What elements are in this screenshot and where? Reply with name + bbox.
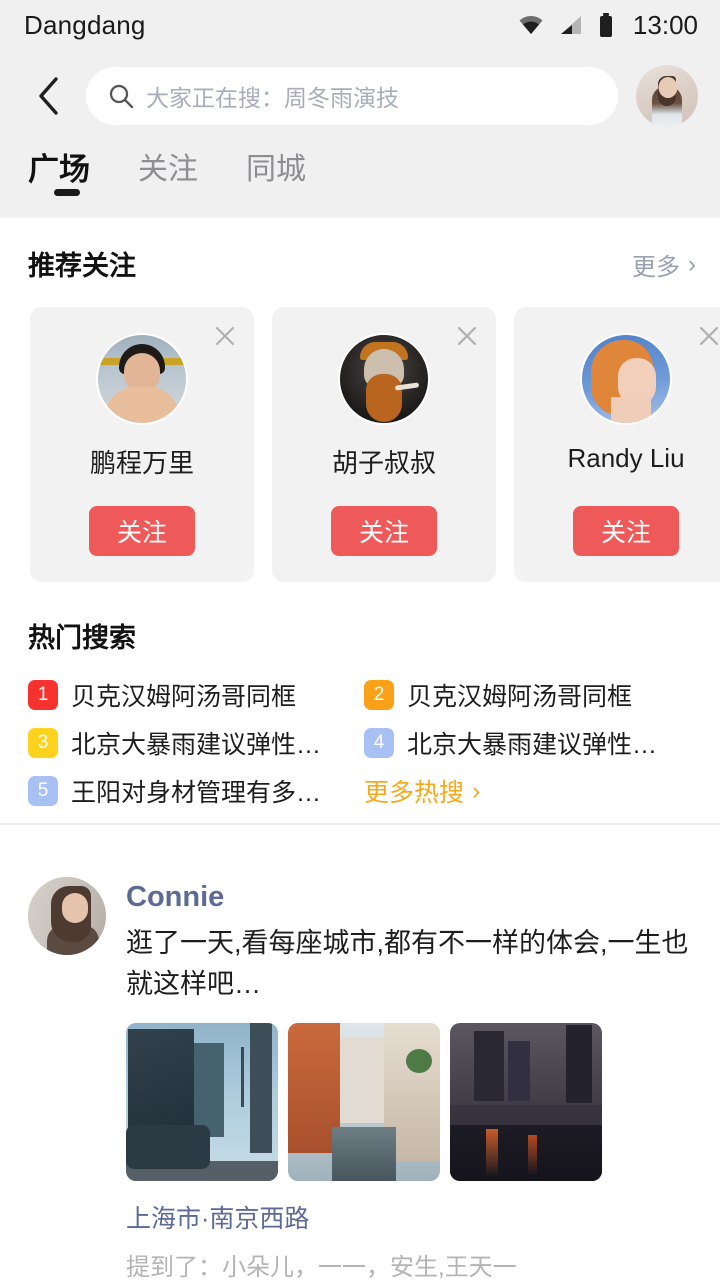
recommend-title: 推荐关注 bbox=[28, 251, 136, 281]
post-image-grid bbox=[126, 1023, 696, 1181]
app-title: Dangdang bbox=[24, 9, 146, 40]
wifi-icon bbox=[518, 15, 544, 35]
search-icon bbox=[108, 83, 134, 109]
tab-nearby-label: 同城 bbox=[246, 153, 306, 186]
hot-search-text: 北京大暴雨建议弹性… bbox=[407, 731, 658, 759]
hot-search-item[interactable]: 1 贝克汉姆阿汤哥同框 bbox=[28, 671, 364, 719]
chevron-right-icon: › bbox=[688, 250, 696, 278]
status-bar-icons: 13:00 bbox=[518, 10, 698, 41]
tab-following[interactable]: 关注 bbox=[138, 150, 222, 190]
clock: 13:00 bbox=[632, 9, 698, 40]
recommend-card[interactable]: Randy Liu 关注 bbox=[514, 307, 720, 582]
tab-active-indicator bbox=[54, 189, 80, 196]
recommend-card[interactable]: 胡子叔叔 关注 bbox=[272, 307, 496, 582]
recommend-section: 推荐关注 更多 › 鹏程万里 关注 胡子叔叔 关注 Randy Liu 关注 bbox=[0, 218, 720, 582]
post-image[interactable] bbox=[126, 1023, 278, 1181]
hot-search-item[interactable]: 5 王阳对身材管理有多… bbox=[28, 767, 364, 815]
rank-badge: 4 bbox=[364, 728, 394, 758]
recommend-card-name: Randy Liu bbox=[567, 443, 685, 473]
rank-badge: 1 bbox=[28, 680, 58, 710]
post-body: Connie 逛了一天,看每座城市,都有不一样的体会,一生也就这样吧… 上海市·… bbox=[126, 877, 696, 1280]
recommend-card-name: 胡子叔叔 bbox=[331, 448, 436, 478]
tab-bar: 广场 关注 同城 bbox=[0, 142, 720, 218]
hot-search-more-label: 更多热搜 bbox=[364, 779, 465, 807]
rank-badge: 2 bbox=[364, 680, 394, 710]
tab-nearby[interactable]: 同城 bbox=[246, 150, 330, 190]
hot-search-item[interactable]: 3 北京大暴雨建议弹性… bbox=[28, 719, 364, 767]
close-icon[interactable] bbox=[212, 323, 238, 349]
search-placeholder: 大家正在搜：周冬雨演技 bbox=[146, 85, 399, 111]
post-image[interactable] bbox=[450, 1023, 602, 1181]
app-screen: Dangdang 13:00 大家正在搜：周冬雨演技 广场 关注 同城 推荐关注… bbox=[0, 0, 720, 1280]
search-input[interactable]: 大家正在搜：周冬雨演技 bbox=[86, 67, 618, 125]
status-bar: Dangdang 13:00 bbox=[0, 0, 720, 50]
avatar[interactable] bbox=[636, 65, 698, 127]
post-mentions: 提到了：小朵儿，一一，安生,王天一 bbox=[126, 1254, 517, 1280]
hot-search-item[interactable]: 4 北京大暴雨建议弹性… bbox=[364, 719, 700, 767]
hot-search-text: 贝克汉姆阿汤哥同框 bbox=[407, 683, 633, 711]
post-image[interactable] bbox=[288, 1023, 440, 1181]
hot-search-text: 王阳对身材管理有多… bbox=[71, 779, 322, 807]
close-icon[interactable] bbox=[696, 323, 720, 349]
post-author-name[interactable]: Connie bbox=[126, 877, 696, 917]
rank-badge: 5 bbox=[28, 776, 58, 806]
signal-icon bbox=[559, 15, 583, 35]
search-row: 大家正在搜：周冬雨演技 bbox=[0, 50, 720, 142]
tab-plaza-label: 广场 bbox=[28, 152, 90, 187]
follow-button[interactable]: 关注 bbox=[331, 506, 437, 556]
feed-post[interactable]: Connie 逛了一天,看每座城市,都有不一样的体会,一生也就这样吧… 上海市·… bbox=[0, 851, 720, 1280]
recommend-card-avatar bbox=[580, 333, 672, 425]
hot-search-item[interactable]: 2 贝克汉姆阿汤哥同框 bbox=[364, 671, 700, 719]
recommend-more-link[interactable]: 更多 › bbox=[632, 247, 696, 282]
post-author-avatar[interactable] bbox=[28, 877, 106, 955]
recommend-more-label: 更多 bbox=[632, 254, 680, 281]
hot-search-more-link[interactable]: 更多热搜 › bbox=[364, 767, 700, 815]
recommend-card-avatar bbox=[338, 333, 430, 425]
follow-button[interactable]: 关注 bbox=[89, 506, 195, 556]
battery-icon bbox=[598, 13, 614, 37]
recommend-card[interactable]: 鹏程万里 关注 bbox=[30, 307, 254, 582]
hot-search-list: 1 贝克汉姆阿汤哥同框 2 贝克汉姆阿汤哥同框 3 北京大暴雨建议弹性… 4 北… bbox=[0, 671, 720, 815]
hot-search-section: 热门搜索 1 贝克汉姆阿汤哥同框 2 贝克汉姆阿汤哥同框 3 北京大暴雨建议弹性… bbox=[0, 582, 720, 851]
recommend-card-list[interactable]: 鹏程万里 关注 胡子叔叔 关注 Randy Liu 关注 bbox=[0, 307, 720, 582]
back-button[interactable] bbox=[22, 69, 76, 123]
back-chevron-icon bbox=[39, 77, 58, 115]
tab-following-label: 关注 bbox=[138, 153, 198, 186]
recommend-card-avatar bbox=[96, 333, 188, 425]
hot-search-title: 热门搜索 bbox=[28, 623, 136, 653]
hot-search-text: 北京大暴雨建议弹性… bbox=[71, 731, 322, 759]
follow-button[interactable]: 关注 bbox=[573, 506, 679, 556]
post-location[interactable]: 上海市·南京西路 bbox=[126, 1199, 696, 1235]
tab-plaza[interactable]: 广场 bbox=[28, 150, 114, 196]
hot-search-text: 贝克汉姆阿汤哥同框 bbox=[71, 683, 297, 711]
rank-badge: 3 bbox=[28, 728, 58, 758]
post-text: 逛了一天,看每座城市,都有不一样的体会,一生也就这样吧… bbox=[126, 928, 689, 999]
chevron-right-icon: › bbox=[472, 776, 481, 805]
recommend-header: 推荐关注 更多 › bbox=[0, 244, 720, 283]
header-zone: Dangdang 13:00 大家正在搜：周冬雨演技 广场 关注 同城 bbox=[0, 0, 720, 218]
recommend-card-name: 鹏程万里 bbox=[89, 448, 194, 478]
close-icon[interactable] bbox=[454, 323, 480, 349]
section-divider bbox=[0, 823, 720, 825]
